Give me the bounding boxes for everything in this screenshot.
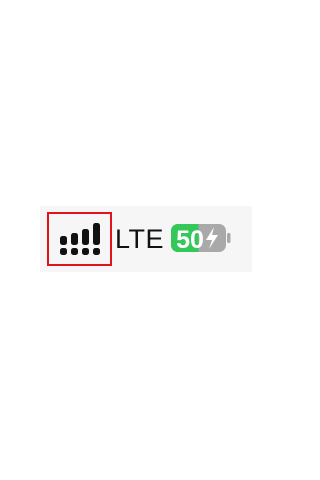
signal-highlight-box xyxy=(47,212,112,266)
screen: LTE 50 xyxy=(0,0,292,480)
battery-icon: 50 xyxy=(171,224,231,254)
battery-level-text: 50 xyxy=(176,226,204,254)
network-type-label: LTE xyxy=(115,224,165,254)
